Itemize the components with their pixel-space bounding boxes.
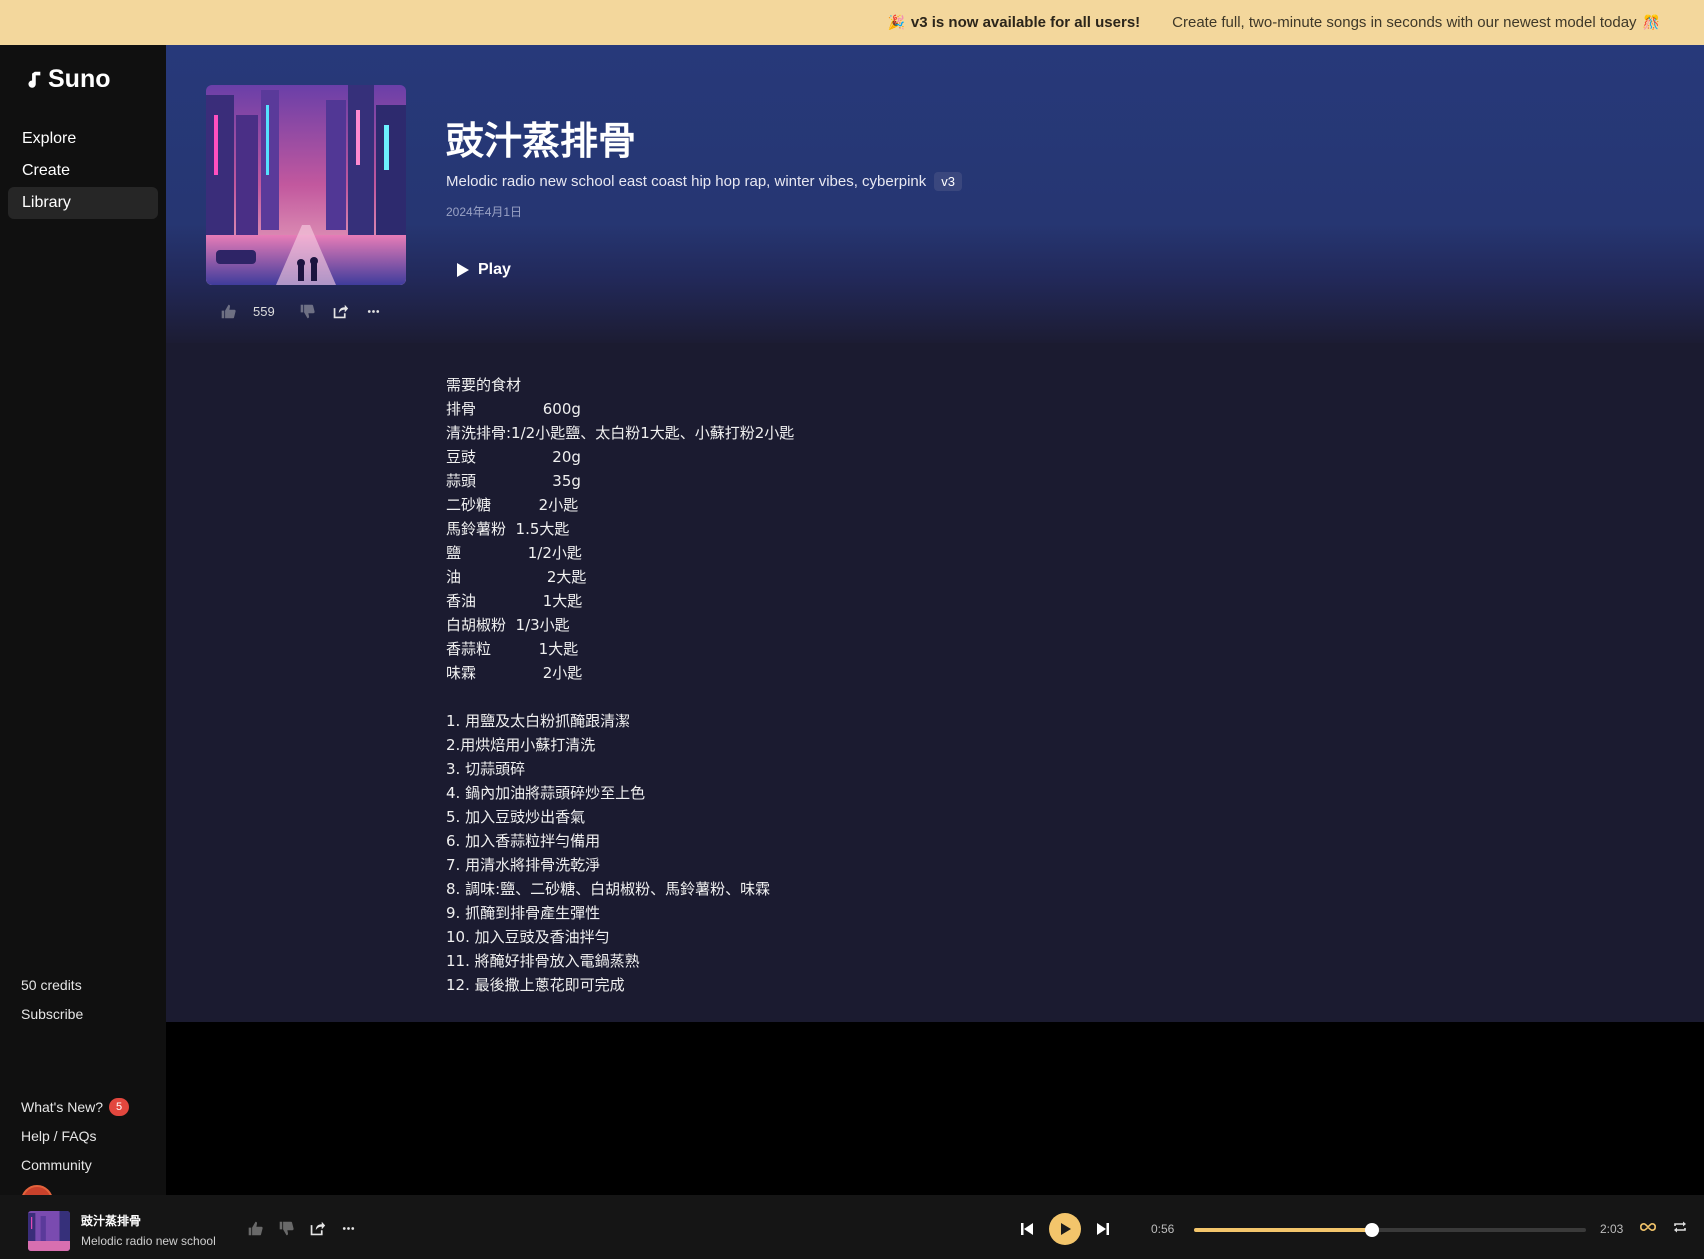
- playback-controls: [1019, 1213, 1111, 1245]
- share-icon: [310, 1221, 326, 1236]
- player-bar: 豉汁蒸排骨 Melodic radio new school 0:56 2:03: [0, 1195, 1704, 1259]
- more-icon: [342, 1227, 355, 1230]
- more-options-button[interactable]: [365, 303, 382, 320]
- confetti-icon: 🎊: [1642, 14, 1660, 30]
- infinity-icon: [1640, 1222, 1656, 1232]
- play-pause-button[interactable]: [1049, 1213, 1081, 1245]
- player-song-subtitle: Melodic radio new school: [81, 1234, 216, 1248]
- thumbs-down-icon: [300, 304, 315, 319]
- song-title: 豉汁蒸排骨: [446, 119, 637, 163]
- song-actions: 559: [220, 303, 382, 320]
- progress-slider[interactable]: [1194, 1223, 1586, 1237]
- thumbs-up-icon: [248, 1221, 263, 1236]
- skip-forward-icon: [1097, 1223, 1109, 1235]
- more-icon: [367, 310, 379, 313]
- repeat-icon: [1674, 1221, 1686, 1233]
- banner-subline: Create full, two-minute songs in seconds…: [1172, 14, 1637, 31]
- play-icon: [1061, 1223, 1071, 1235]
- credits-section: 50 credits Subscribe: [21, 971, 161, 1029]
- like-count: 559: [253, 304, 275, 319]
- player-dislike-button[interactable]: [278, 1220, 295, 1237]
- dislike-button[interactable]: [299, 303, 316, 320]
- sidebar-item-create[interactable]: Create: [8, 155, 158, 187]
- player-song-title[interactable]: 豉汁蒸排骨: [81, 1212, 141, 1229]
- share-button[interactable]: [332, 303, 349, 320]
- sidebar: Suno Explore Create Library 50 credits S…: [0, 45, 166, 1217]
- banner-headline: v3 is now available for all users!: [910, 14, 1141, 31]
- sidebar-item-explore[interactable]: Explore: [8, 123, 158, 155]
- sidebar-item-library[interactable]: Library: [8, 187, 158, 219]
- community-link[interactable]: Community: [21, 1151, 161, 1180]
- song-page: 豉汁蒸排骨 Melodic radio new school east coas…: [166, 45, 1704, 1022]
- player-more-button[interactable]: [340, 1220, 357, 1237]
- player-song-actions: [247, 1220, 357, 1237]
- skip-back-icon: [1021, 1223, 1033, 1235]
- cover-art: [206, 85, 406, 285]
- model-version-badge: v3: [934, 172, 962, 191]
- next-button[interactable]: [1095, 1221, 1111, 1237]
- sidebar-nav: Explore Create Library: [8, 123, 158, 219]
- play-icon: [457, 263, 469, 277]
- song-date: 2024年4月1日: [446, 205, 523, 219]
- player-like-button[interactable]: [247, 1220, 264, 1237]
- loop-button[interactable]: [1640, 1219, 1656, 1235]
- note-icon: [28, 71, 41, 88]
- whats-new-link[interactable]: What's New? 5: [21, 1093, 161, 1122]
- logo-text: Suno: [48, 65, 111, 93]
- total-time: 2:03: [1600, 1222, 1624, 1236]
- song-tags-text: Melodic radio new school east coast hip …: [446, 173, 927, 190]
- song-style-tags: Melodic radio new school east coast hip …: [446, 172, 962, 191]
- progress-handle[interactable]: [1365, 1223, 1380, 1237]
- play-label: Play: [478, 261, 511, 278]
- cyberpunk-city-image: [206, 85, 406, 285]
- party-icon: 🎉: [887, 14, 905, 30]
- like-button[interactable]: [220, 303, 237, 320]
- repeat-button[interactable]: [1672, 1219, 1688, 1235]
- previous-button[interactable]: [1019, 1221, 1035, 1237]
- player-extra-controls: [1640, 1219, 1688, 1235]
- whats-new-label: What's New?: [21, 1099, 104, 1115]
- song-lyrics: 需要的食材 排骨 600g 清洗排骨:1/2小匙鹽、太白粉1大匙、小蘇打粉2小匙…: [446, 376, 795, 994]
- suno-logo[interactable]: Suno: [22, 65, 111, 94]
- thumbs-up-icon: [221, 304, 236, 319]
- song-hero: 豉汁蒸排骨 Melodic radio new school east coas…: [166, 45, 1704, 343]
- player-share-button[interactable]: [309, 1220, 326, 1237]
- player-cover-thumb[interactable]: [28, 1211, 70, 1251]
- progress-fill: [1194, 1228, 1373, 1232]
- current-time: 0:56: [1151, 1222, 1175, 1236]
- notification-badge: 5: [109, 1098, 130, 1116]
- announcement-banner[interactable]: 🎉 v3 is now available for all users! Cre…: [0, 0, 1704, 45]
- thumbs-down-icon: [279, 1221, 294, 1236]
- help-faqs-link[interactable]: Help / FAQs: [21, 1122, 161, 1151]
- share-icon: [333, 304, 348, 319]
- credits-count: 50 credits: [21, 977, 82, 993]
- help-links: What's New? 5 Help / FAQs Community: [21, 1093, 161, 1180]
- play-button[interactable]: Play: [444, 255, 521, 285]
- cyberpunk-city-thumbnail: [28, 1211, 70, 1251]
- subscribe-link[interactable]: Subscribe: [21, 1000, 161, 1029]
